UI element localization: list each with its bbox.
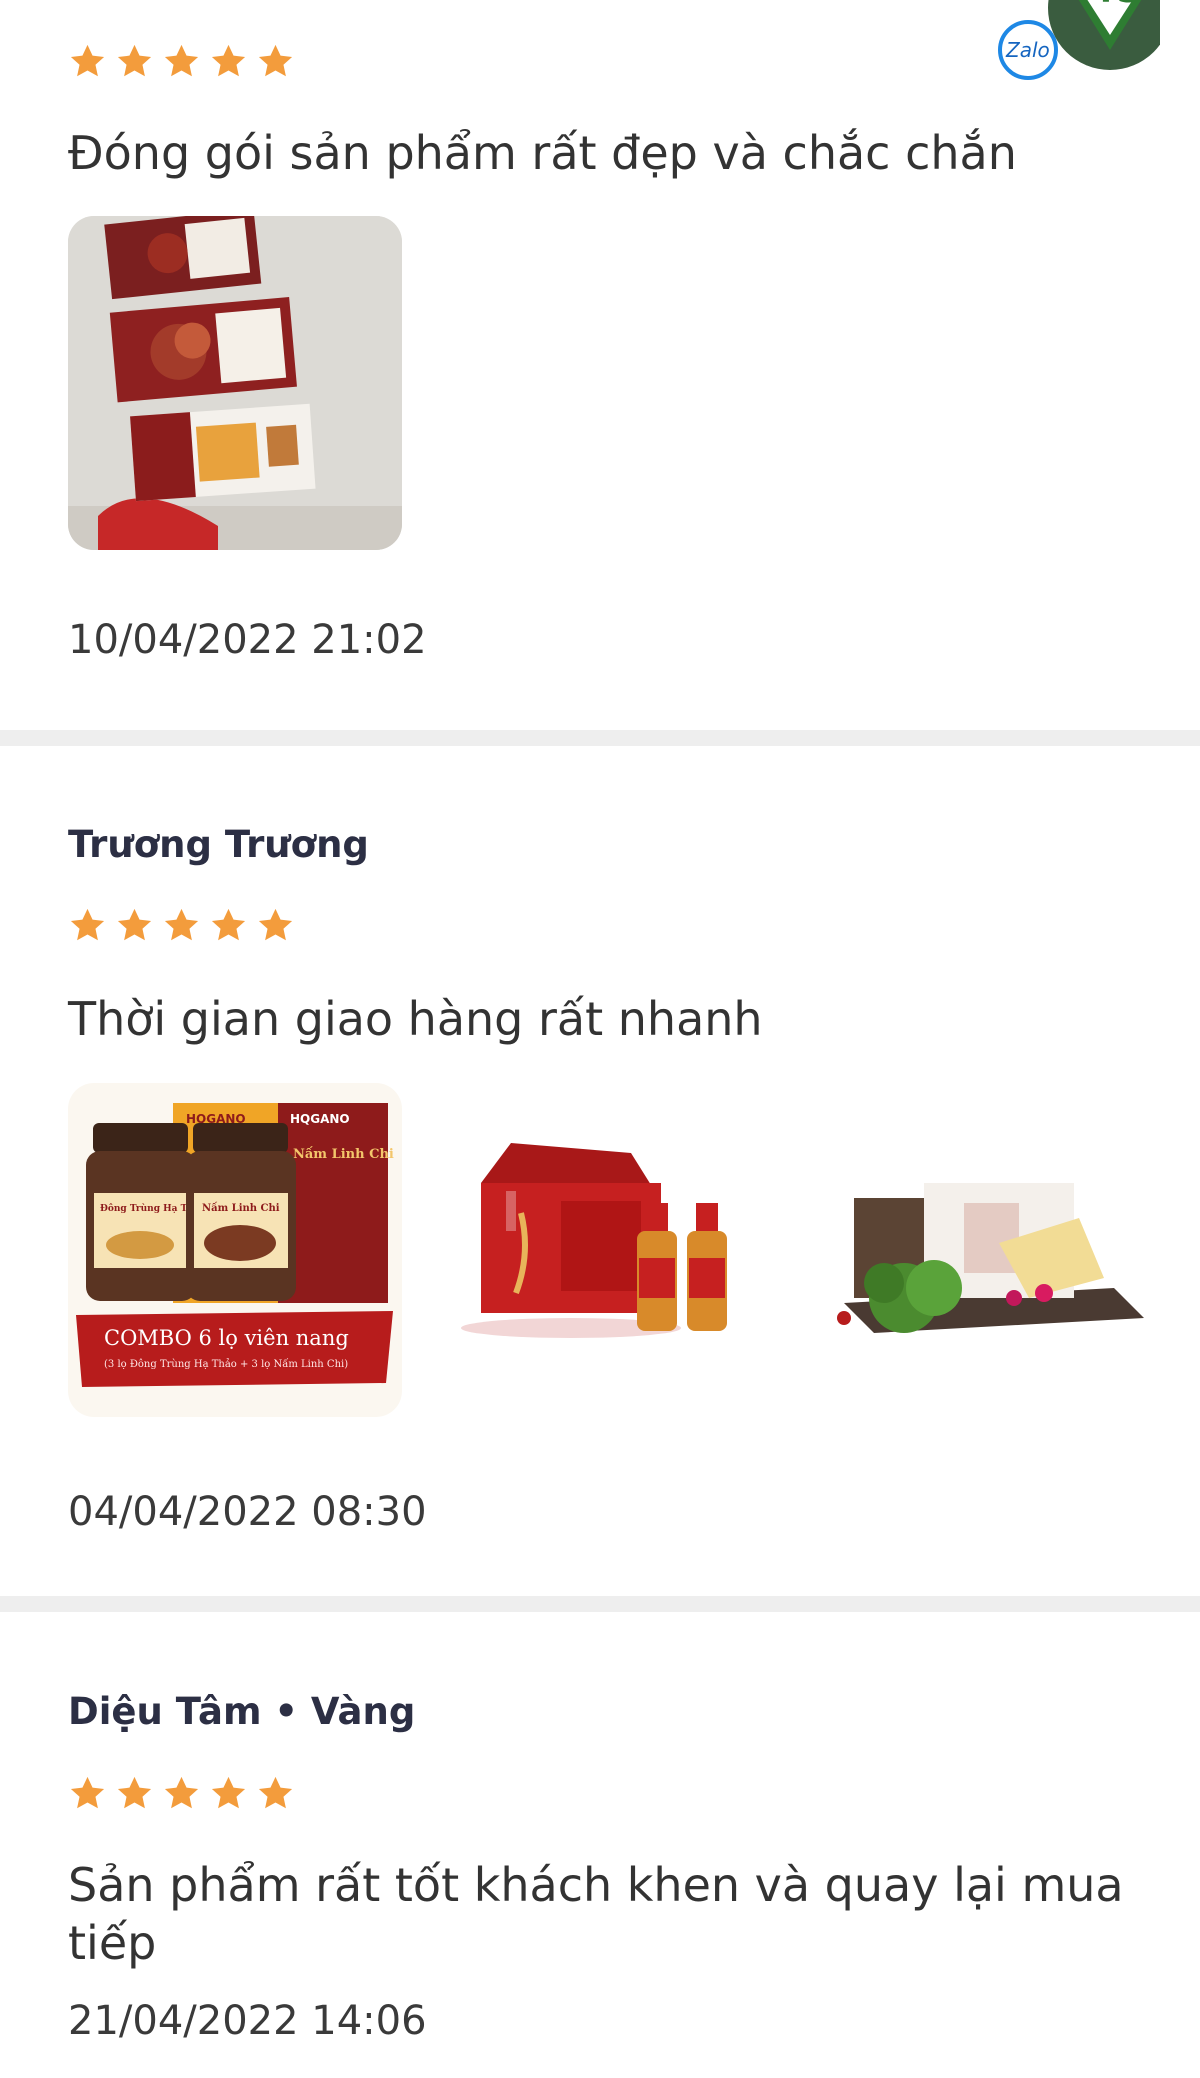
combo-capsules-photo: HQGANO HQGANO Nấm Linh Chi Đông Trùng Hạ…: [68, 1083, 402, 1417]
review-comment: Thời gian giao hàng rất nhanh: [68, 992, 763, 1046]
divider: [0, 730, 1200, 746]
zalo-label: Zalo: [1005, 38, 1050, 62]
zalo-chat-widget[interactable]: TS Zalo: [990, 0, 1172, 80]
review-photo[interactable]: HQGANO HQGANO Nấm Linh Chi Đông Trùng Hạ…: [68, 1083, 402, 1417]
review-photo[interactable]: [814, 1083, 1148, 1417]
divider: [0, 1596, 1200, 1612]
review-card-2: Trương Trương Thời gian giao hàng rất nh…: [0, 746, 1200, 1596]
reviewer-name: Trương Trương: [68, 823, 369, 866]
star-icon: [70, 908, 105, 941]
review-date: 21/04/2022 14:06: [68, 1998, 427, 2044]
review-card-1: TS Zalo Đóng gói sản phẩm rất đẹp và chắ…: [0, 0, 1200, 730]
star-icon: [164, 1776, 199, 1809]
star-icon: [258, 44, 293, 77]
star-icon: [211, 1776, 246, 1809]
star-icon: [211, 44, 246, 77]
logo-text: TS: [1095, 0, 1140, 10]
box-label: Nấm Linh Chi: [293, 1146, 394, 1162]
star-icon: [258, 908, 293, 941]
combo-title: COMBO 6 lọ viên nang: [104, 1326, 349, 1350]
rating-stars: [68, 42, 295, 82]
rating-stars: [68, 1774, 295, 1814]
review-comment: Sản phẩm rất tốt khách khen và quay lại …: [68, 1858, 1124, 1970]
combo-subtitle: (3 lọ Đông Trùng Hạ Thảo + 3 lọ Nấm Linh…: [104, 1359, 348, 1370]
star-icon: [211, 908, 246, 941]
herbal-gift-set-photo: [814, 1083, 1148, 1417]
brand-label: HQGANO: [290, 1112, 350, 1126]
review-photo[interactable]: [441, 1083, 775, 1417]
star-icon: [117, 44, 152, 77]
review-comment: Đóng gói sản phẩm rất đẹp và chắc chắn: [68, 126, 1017, 180]
review-card-3: Diệu Tâm • Vàng Sản phẩm rất tốt khách k…: [0, 1612, 1200, 2078]
star-icon: [70, 44, 105, 77]
star-icon: [117, 908, 152, 941]
review-photo[interactable]: [68, 216, 402, 550]
star-icon: [70, 1776, 105, 1809]
review-date: 10/04/2022 21:02: [68, 617, 427, 663]
reviewer-name: Diệu Tâm • Vàng: [68, 1690, 416, 1733]
product-boxes-photo: [68, 216, 402, 550]
red-ginseng-gift-box-photo: [441, 1083, 775, 1417]
star-icon: [164, 44, 199, 77]
rating-stars: [68, 906, 295, 946]
star-icon: [164, 908, 199, 941]
star-icon: [117, 1776, 152, 1809]
bottle-label: Nấm Linh Chi: [202, 1202, 280, 1214]
review-date: 04/04/2022 08:30: [68, 1489, 427, 1535]
star-icon: [258, 1776, 293, 1809]
